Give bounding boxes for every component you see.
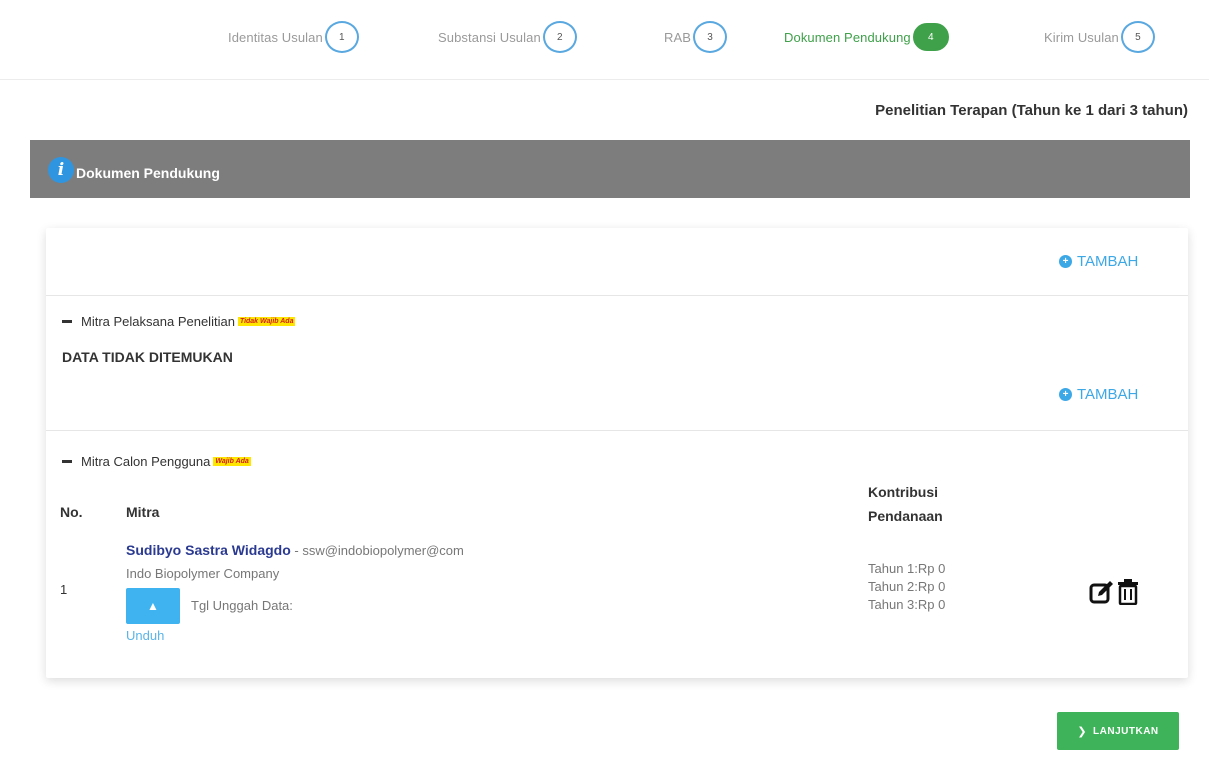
- col-kontribusi-header-line2: Pendanaan: [868, 508, 943, 524]
- program-title: Penelitian Terapan (Tahun ke 1 dari 3 ta…: [875, 102, 1188, 119]
- step-number: 5: [1120, 21, 1155, 53]
- tambah-mitra-pelaksana-button[interactable]: + TAMBAH: [1059, 386, 1138, 403]
- step-label: Substansi Usulan: [438, 29, 541, 45]
- step-identitas-usulan[interactable]: Identitas Usulan 1: [228, 20, 359, 54]
- upload-icon: ▲: [147, 599, 159, 613]
- kontribusi-tahun-3: Tahun 3:Rp 0: [868, 597, 946, 612]
- tambah-label: TAMBAH: [1077, 386, 1139, 403]
- lanjutkan-button[interactable]: ❯ LANJUTKAN: [1057, 712, 1179, 750]
- progress-stepper: Identitas Usulan 1 Substansi Usulan 2 RA…: [0, 20, 1209, 60]
- mitra-company: Indo Biopolymer Company: [126, 566, 280, 581]
- kontribusi-tahun-2: Tahun 2:Rp 0: [868, 579, 946, 594]
- required-badge: Wajib Ada: [213, 457, 251, 466]
- mitra-pelaksana-toggle[interactable]: Mitra Pelaksana Penelitian Tidak Wajib A…: [62, 314, 296, 329]
- step-label: Dokumen Pendukung: [784, 29, 911, 45]
- optional-badge: Tidak Wajib Ada: [237, 317, 296, 326]
- divider: [0, 79, 1209, 80]
- mitra-contact: Sudibyo Sastra Widagdo - ssw@indobiopoly…: [126, 542, 464, 558]
- col-no-header: No.: [60, 504, 83, 520]
- plus-circle-icon: +: [1059, 388, 1072, 401]
- col-mitra-header: Mitra: [126, 504, 160, 520]
- info-icon: i: [48, 157, 74, 183]
- mitra-pelaksana-section: Mitra Pelaksana Penelitian Tidak Wajib A…: [46, 297, 1188, 431]
- card-top-row: + TAMBAH: [46, 228, 1188, 296]
- chevron-right-icon: ❯: [1077, 725, 1088, 738]
- col-kontribusi-header: Kontribusi: [868, 484, 938, 500]
- kontribusi-tahun-1: Tahun 1:Rp 0: [868, 561, 946, 576]
- row-number: 1: [60, 582, 68, 597]
- empty-state-text: DATA TIDAK DITEMUKAN: [62, 349, 233, 365]
- step-substansi-usulan[interactable]: Substansi Usulan 2: [438, 20, 577, 54]
- step-number: 4: [912, 23, 949, 51]
- step-label: Identitas Usulan: [228, 29, 323, 45]
- step-number: 1: [324, 21, 359, 53]
- mitra-name: Sudibyo Sastra Widagdo: [126, 542, 291, 558]
- step-number: 3: [693, 21, 728, 53]
- lanjutkan-label: LANJUTKAN: [1093, 725, 1159, 737]
- tambah-label: TAMBAH: [1077, 253, 1139, 270]
- minus-icon: [62, 320, 72, 323]
- plus-circle-icon: +: [1059, 255, 1072, 268]
- mitra-email: - ssw@indobiopolymer@com: [290, 543, 464, 558]
- edit-icon[interactable]: [1089, 579, 1115, 612]
- step-rab[interactable]: RAB 3: [664, 20, 728, 54]
- step-label: RAB: [664, 29, 692, 45]
- mitra-calon-toggle[interactable]: Mitra Calon Pengguna Wajib Ada: [62, 454, 251, 469]
- step-number: 2: [542, 21, 577, 53]
- kontribusi-list: Tahun 1:Rp 0 Tahun 2:Rp 0 Tahun 3:Rp 0: [868, 560, 945, 614]
- tambah-button[interactable]: + TAMBAH: [1059, 253, 1138, 270]
- dokumen-card: + TAMBAH Mitra Pelaksana Penelitian Tida…: [46, 228, 1188, 678]
- trash-icon[interactable]: [1117, 579, 1139, 612]
- mitra-pelaksana-title: Mitra Pelaksana Penelitian: [81, 314, 235, 329]
- step-kirim-usulan[interactable]: Kirim Usulan 5: [1044, 20, 1155, 54]
- upload-button[interactable]: ▲: [126, 588, 180, 624]
- unduh-link[interactable]: Unduh: [126, 628, 164, 643]
- mitra-calon-title: Mitra Calon Pengguna: [81, 454, 211, 469]
- section-header: i Dokumen Pendukung: [30, 140, 1190, 198]
- step-dokumen-pendukung[interactable]: Dokumen Pendukung 4: [784, 20, 949, 54]
- mitra-calon-section: Mitra Calon Pengguna Wajib Ada No. Mitra…: [46, 432, 1188, 678]
- step-label: Kirim Usulan: [1044, 29, 1119, 45]
- section-title: Dokumen Pendukung: [76, 165, 220, 181]
- upload-date-label: Tgl Unggah Data:: [191, 598, 293, 613]
- minus-icon: [62, 460, 72, 463]
